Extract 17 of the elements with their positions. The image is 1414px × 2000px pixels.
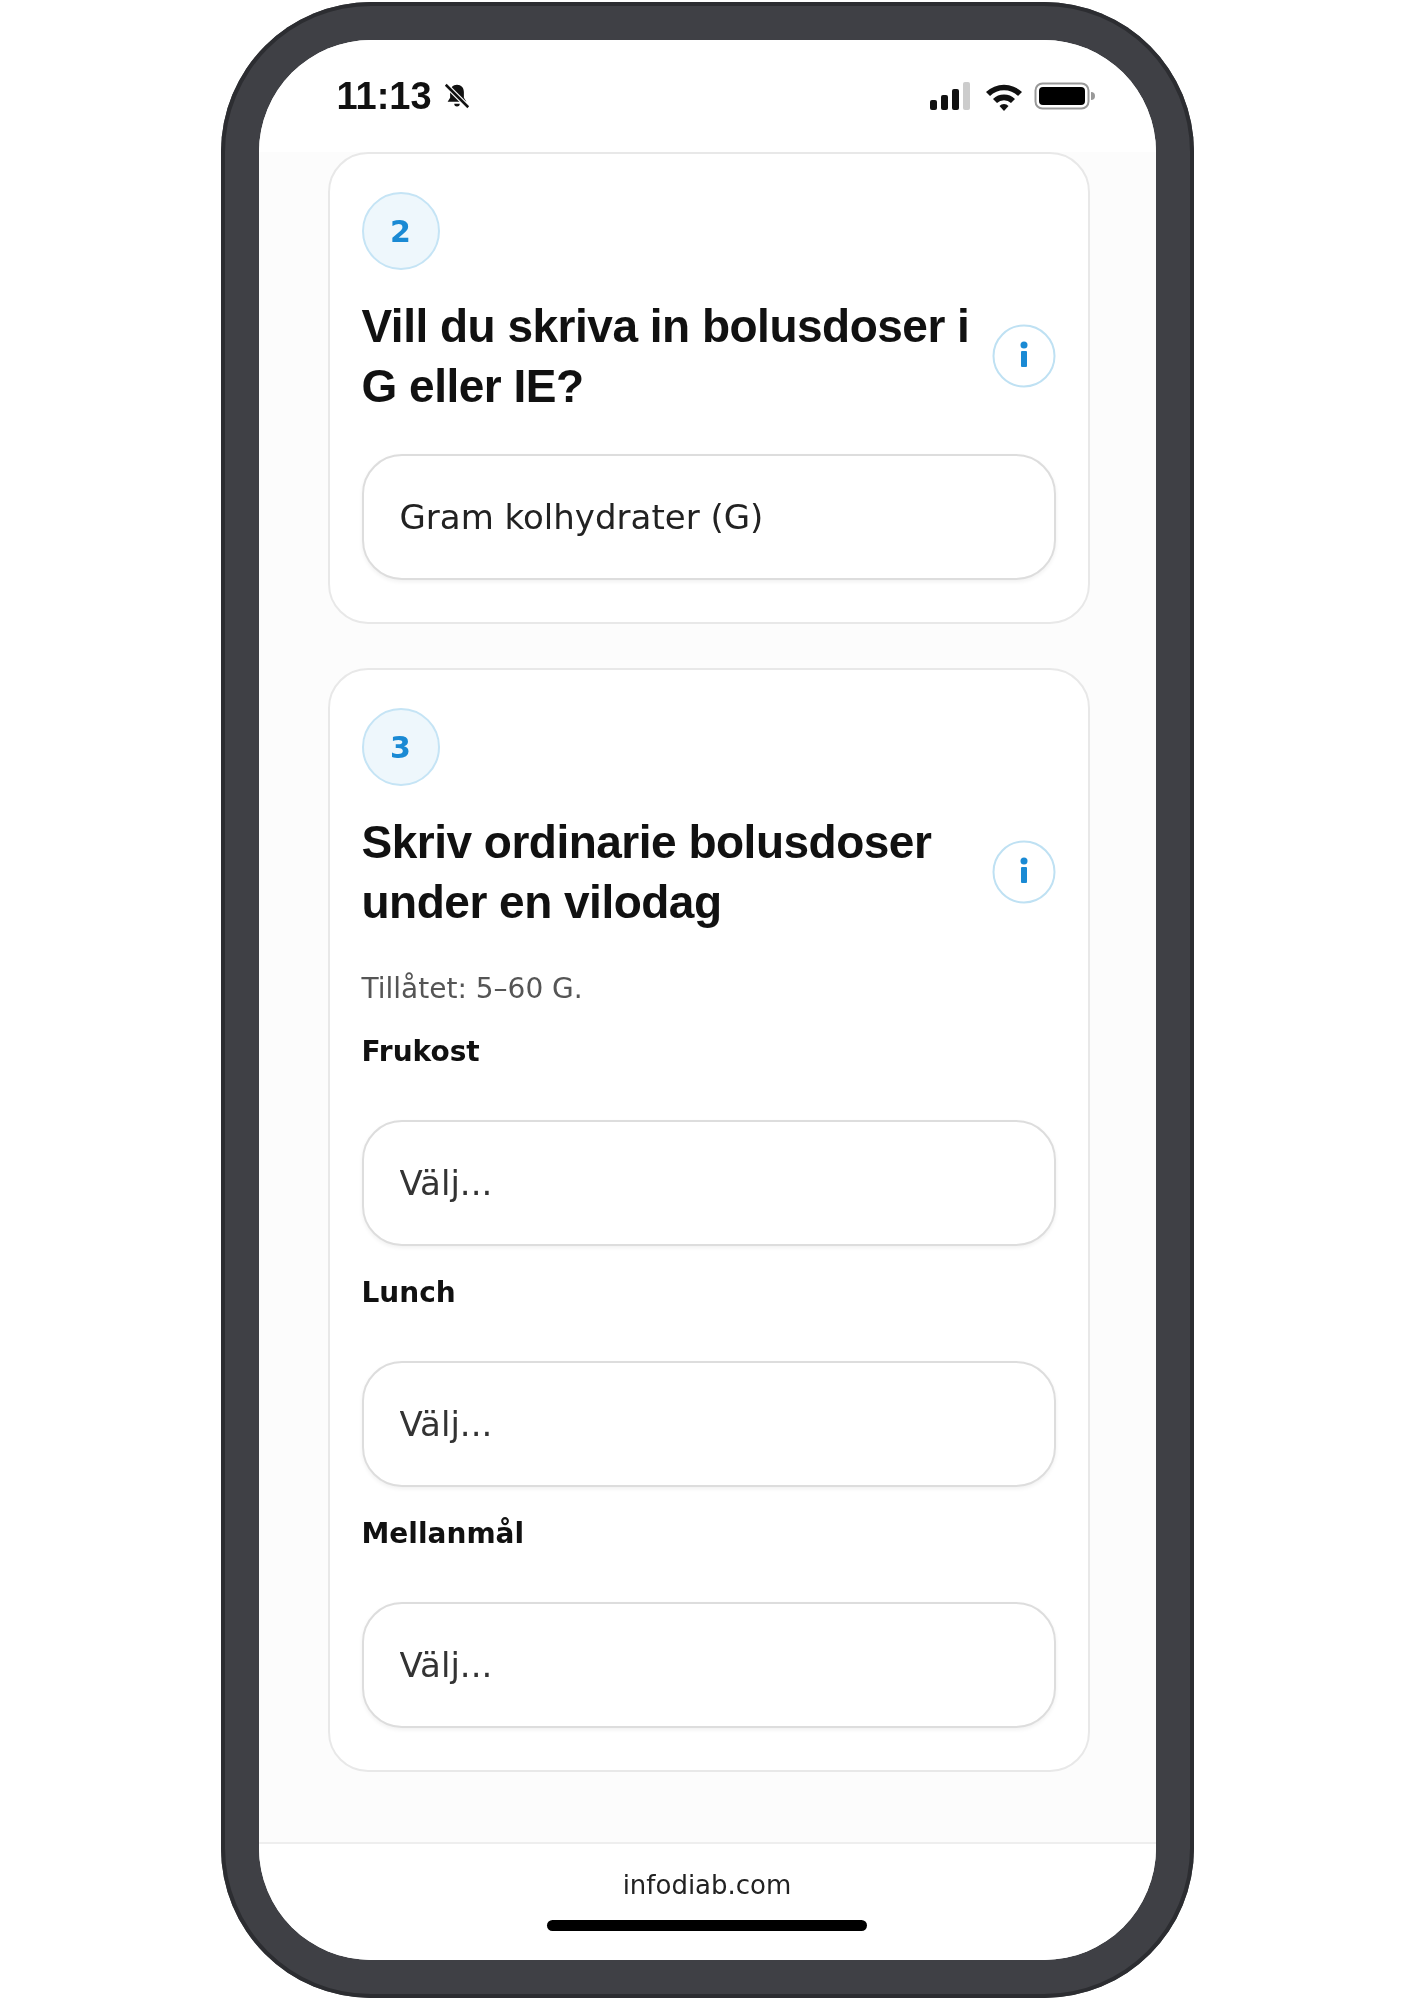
step-number: 2 <box>361 192 440 270</box>
select-field[interactable]: Välj... <box>361 1602 1056 1728</box>
step-number: 3 <box>361 708 440 786</box>
allowed-range-text: Tillåtet: 5–60 G. <box>361 972 584 1005</box>
field-label: Frukost <box>361 1035 481 1068</box>
field-label: Mellanmål <box>361 1517 526 1550</box>
status-time: 11:13 <box>336 74 432 118</box>
battery-icon <box>1033 82 1096 110</box>
select-field[interactable]: Gram kolhydrater (G) <box>361 454 1056 580</box>
info-icon[interactable] <box>991 324 1056 388</box>
question-title: Vill du skriva in bolusdoser i G eller IE? <box>361 299 971 414</box>
field-label: Lunch <box>361 1276 457 1309</box>
select-field[interactable]: Välj... <box>361 1120 1056 1246</box>
select-field[interactable]: Välj... <box>361 1361 1056 1487</box>
info-icon[interactable] <box>991 840 1056 904</box>
site-address: infodiab.com <box>622 1870 792 1900</box>
question-title: Skriv ordinarie bolusdoser under en vilodag <box>361 815 933 930</box>
